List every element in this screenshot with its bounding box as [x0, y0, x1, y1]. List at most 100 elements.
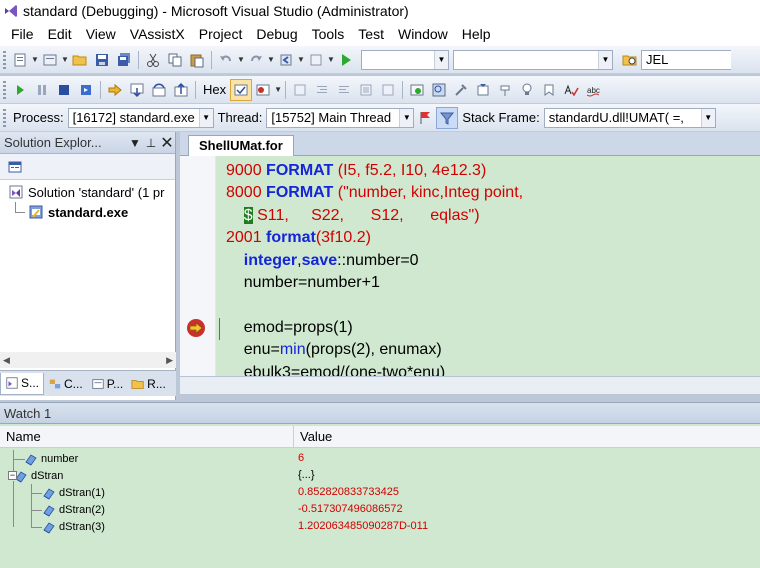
code-line[interactable]: ebulk3=emod/(one-two*enu): [226, 362, 445, 376]
vax-hint-button[interactable]: [516, 79, 538, 101]
code-line[interactable]: $ S11, S22, S12, eqlas"): [226, 205, 480, 227]
toolbar-grip[interactable]: [3, 108, 6, 127]
code-line[interactable]: enu=min(props(2), enumax): [226, 339, 442, 361]
hex-display-button[interactable]: Hex: [199, 82, 230, 97]
menu-file[interactable]: File: [4, 23, 41, 45]
flag-thread-button[interactable]: [414, 107, 436, 129]
watch-row[interactable]: dStran {...}: [0, 467, 760, 484]
add-item-button[interactable]: [39, 49, 61, 71]
vax-open-file-button[interactable]: [406, 79, 428, 101]
properties-button[interactable]: [4, 156, 26, 178]
editor-scrollbar[interactable]: [180, 376, 760, 394]
show-next-statement-button[interactable]: [104, 79, 126, 101]
redo-button[interactable]: [245, 49, 267, 71]
column-name[interactable]: Name: [0, 426, 294, 448]
code-editor[interactable]: 9000 FORMAT (I5, f5.2, I10, 4e12.3) 8000 …: [180, 156, 760, 376]
code-line[interactable]: 2001 format(3f10.2): [226, 227, 371, 249]
chevron-down-icon[interactable]: ▼: [327, 55, 335, 64]
next-bookmark-button[interactable]: [377, 79, 399, 101]
vax-tools-button[interactable]: [450, 79, 472, 101]
start-debugging-button[interactable]: [335, 49, 357, 71]
find-in-files-button[interactable]: [619, 49, 641, 71]
watch-value[interactable]: {...}: [298, 467, 315, 484]
pin-icon[interactable]: ⊥: [143, 136, 159, 150]
menu-edit[interactable]: Edit: [41, 23, 79, 45]
break-all-button[interactable]: [31, 79, 53, 101]
toolbar-grip[interactable]: [3, 80, 6, 99]
menu-help[interactable]: Help: [455, 23, 498, 45]
step-into-button[interactable]: [126, 79, 148, 101]
vax-underline-button[interactable]: abc: [582, 79, 604, 101]
menu-view[interactable]: View: [79, 23, 123, 45]
toolbar-grip[interactable]: [3, 50, 6, 69]
chevron-down-icon[interactable]: ▼: [274, 85, 282, 94]
show-flagged-threads-button[interactable]: [436, 106, 459, 129]
window-position-chevron-icon[interactable]: ▼: [127, 136, 143, 150]
column-value[interactable]: Value: [294, 426, 760, 448]
cut-button[interactable]: [142, 49, 164, 71]
solution-configurations-dropdown[interactable]: ▼: [361, 49, 449, 70]
restart-button[interactable]: [75, 79, 97, 101]
current-statement-breakpoint-icon[interactable]: [186, 318, 206, 338]
code-line[interactable]: integer,save::number=0: [226, 250, 419, 272]
vax-find-symbol-button[interactable]: [428, 79, 450, 101]
new-project-button[interactable]: [9, 49, 31, 71]
chevron-down-icon[interactable]: ▼: [237, 55, 245, 64]
step-out-button[interactable]: [170, 79, 192, 101]
undo-button[interactable]: [215, 49, 237, 71]
vax-bookmark-button[interactable]: [472, 79, 494, 101]
chevron-down-icon[interactable]: ▼: [61, 55, 69, 64]
menu-debug[interactable]: Debug: [249, 23, 304, 45]
project-node[interactable]: standard.exe: [28, 204, 128, 220]
tab-resource-view[interactable]: R...: [127, 373, 170, 395]
solution-explorer-scrollbar[interactable]: ◀ ▶: [0, 352, 176, 368]
open-file-button[interactable]: [69, 49, 91, 71]
watch-value[interactable]: -0.517307496086572: [298, 501, 403, 518]
tab-solution-explorer[interactable]: S...: [0, 372, 45, 395]
watch-value[interactable]: 6: [298, 450, 304, 467]
menu-test[interactable]: Test: [351, 23, 391, 45]
code-line[interactable]: emod=props(1): [226, 317, 353, 339]
indent-button[interactable]: [311, 79, 333, 101]
menu-tools[interactable]: Tools: [305, 23, 352, 45]
save-button[interactable]: [91, 49, 113, 71]
navigate-backward-button[interactable]: [275, 49, 297, 71]
continue-button[interactable]: [9, 79, 31, 101]
menu-project[interactable]: Project: [192, 23, 250, 45]
close-icon[interactable]: ✕: [159, 133, 175, 153]
comment-out-button[interactable]: [289, 79, 311, 101]
watch-row[interactable]: dStran(3) 1.202063485090287D-011: [0, 518, 760, 535]
outdent-button[interactable]: [333, 79, 355, 101]
chevron-down-icon[interactable]: ▼: [297, 55, 305, 64]
vax-spelling-button[interactable]: [560, 79, 582, 101]
solution-node[interactable]: Solution 'standard' (1 pr: [8, 184, 165, 200]
watch-row[interactable]: dStran(2) -0.517307496086572: [0, 501, 760, 518]
debug-windows-button[interactable]: [230, 78, 253, 101]
tab-shellumat-for[interactable]: ShellUMat.for: [188, 135, 294, 156]
breakpoints-window-button[interactable]: [252, 79, 274, 101]
menu-window[interactable]: Window: [391, 23, 455, 45]
watch-value[interactable]: 1.202063485090287D-011: [298, 518, 428, 535]
copy-button[interactable]: [164, 49, 186, 71]
scroll-left-icon[interactable]: ◀: [3, 355, 10, 366]
watch-row[interactable]: number 6: [0, 450, 760, 467]
vax-refactor-button[interactable]: [494, 79, 516, 101]
chevron-down-icon[interactable]: ▼: [31, 55, 39, 64]
paste-button[interactable]: [186, 49, 208, 71]
watch-row[interactable]: dStran(1) 0.852820833733425: [0, 484, 760, 501]
menu-vassistx[interactable]: VAssistX: [123, 23, 192, 45]
stack-frame-dropdown[interactable]: standardU.dll!UMAT( =, ▼: [543, 107, 716, 128]
save-all-button[interactable]: [113, 49, 135, 71]
scroll-right-icon[interactable]: ▶: [166, 355, 173, 366]
process-dropdown[interactable]: [16172] standard.exe ▼: [67, 107, 214, 128]
find-combo[interactable]: JEL: [641, 49, 731, 70]
step-over-button[interactable]: [148, 79, 170, 101]
vax-history-button[interactable]: [538, 79, 560, 101]
code-line[interactable]: 9000 FORMAT (I5, f5.2, I10, 4e12.3): [226, 160, 486, 182]
bookmark-button[interactable]: [355, 79, 377, 101]
navigate-forward-button[interactable]: [305, 49, 327, 71]
code-line[interactable]: number=number+1: [226, 272, 380, 294]
watch-value[interactable]: 0.852820833733425: [298, 484, 399, 501]
solution-platforms-dropdown[interactable]: ▼: [453, 49, 613, 70]
chevron-down-icon[interactable]: ▼: [267, 55, 275, 64]
